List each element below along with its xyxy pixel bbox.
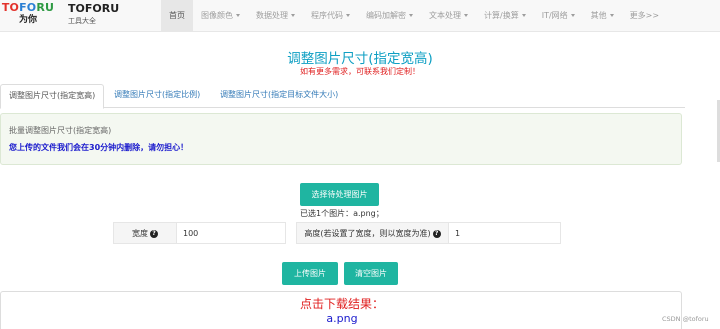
result-file-link[interactable]: a.png [1,312,683,325]
height-label-text: 高度(若设置了宽度，则以宽度为准) [304,229,431,238]
caret-down-icon [521,14,526,17]
nav-item-label: 其他 [590,11,607,20]
nav-item[interactable]: 图像颜色 [193,0,248,32]
logo-text-ru: RU [36,1,55,14]
info-panel: 批量调整图片尺寸(指定宽高) 您上传的文件我们会在30分钟内删除，请勿担心！ [0,113,682,165]
tab-specify-ratio[interactable]: 调整图片尺寸(指定比例) [106,84,208,108]
nav-item-label: 文本处理 [429,11,461,20]
nav-item[interactable]: 计算/换算 [476,0,534,32]
nav-item-label: 计算/换算 [484,11,519,20]
nav-item[interactable]: 文本处理 [421,0,476,32]
caret-down-icon [346,14,350,17]
nav-menu: 首页 图像颜色 数据处理 程序代码 编码加解密 文本处理 计算/换算 IT/网络 其他 更多>> [161,0,667,32]
logo-text-fo: FO [19,1,37,14]
navbar: TOFORU 为你 TOFORU 工具大全 首页 图像颜色 数据处理 程序代码 编码加解… [0,0,720,32]
tab-bar: 调整图片尺寸(指定宽高) 调整图片尺寸(指定比例) 调整图片尺寸(指定目标文件大… [0,84,685,109]
caret-down-icon [609,14,614,17]
site-logo[interactable]: TOFORU 为你 [0,1,56,27]
nav-item-label: 首页 [169,11,185,20]
help-icon[interactable]: ? [432,229,441,238]
width-input[interactable]: 100 [176,222,286,244]
nav-item[interactable]: 首页 [161,0,193,32]
nav-item[interactable]: 编码加解密 [358,0,421,32]
nav-item-label: 图像颜色 [201,11,233,20]
page: TOFORU 为你 TOFORU 工具大全 首页 图像颜色 数据处理 程序代码 编码加解… [0,0,720,329]
caret-down-icon [409,14,413,17]
height-input[interactable]: 1 [448,222,561,244]
page-title: 调整图片尺寸(指定宽高) [287,51,433,67]
brand-name: TOFORU [68,2,120,15]
logo-text-to: TO [1,1,20,14]
nav-item-label: 编码加解密 [366,11,406,20]
info-heading: 批量调整图片尺寸(指定宽高) [9,126,112,135]
width-label-text: 宽度 [132,229,148,238]
width-label: 宽度? [113,222,177,244]
caret-down-icon [570,14,575,17]
caret-down-icon [236,14,240,17]
nav-item[interactable]: 程序代码 [303,0,358,32]
info-notice: 您上传的文件我们会在30分钟内删除，请勿担心！ [9,143,189,152]
nav-item-label: IT/网络 [541,11,568,20]
brand-tagline: 工具大全 [68,17,96,25]
nav-item[interactable]: IT/网络 [534,0,583,32]
nav-item-label: 更多>> [629,11,660,20]
result-title: 点击下载结果： [299,297,384,311]
height-label: 高度(若设置了宽度，则以宽度为准)? [296,222,449,244]
tab-specify-width-height[interactable]: 调整图片尺寸(指定宽高) [0,84,105,109]
caret-down-icon [464,14,468,17]
watermark: CSDN @toforu [662,315,709,323]
nav-item[interactable]: 数据处理 [248,0,303,32]
nav-item[interactable]: 其他 [583,0,622,32]
logo-subtext: 为你 [18,15,37,25]
nav-item[interactable]: 更多>> [622,0,667,32]
brand[interactable]: TOFORU 工具大全 [68,2,119,28]
tab-specify-file-size[interactable]: 调整图片尺寸(指定目标文件大小) [212,84,346,108]
selected-files-text: 已选1个图片：a.png； [300,209,384,218]
caret-down-icon [291,14,295,17]
nav-item-label: 程序代码 [311,11,343,20]
clear-button[interactable]: 清空图片 [344,262,398,285]
help-icon[interactable]: ? [150,229,158,238]
upload-button[interactable]: 上传图片 [282,262,338,285]
select-images-button[interactable]: 选择待处理图片 [300,183,379,206]
page-subtitle: 如有更多需求，可联系我们定制！ [300,67,420,76]
nav-item-label: 数据处理 [256,11,288,20]
result-panel: 点击下载结果： a.png [0,291,682,329]
